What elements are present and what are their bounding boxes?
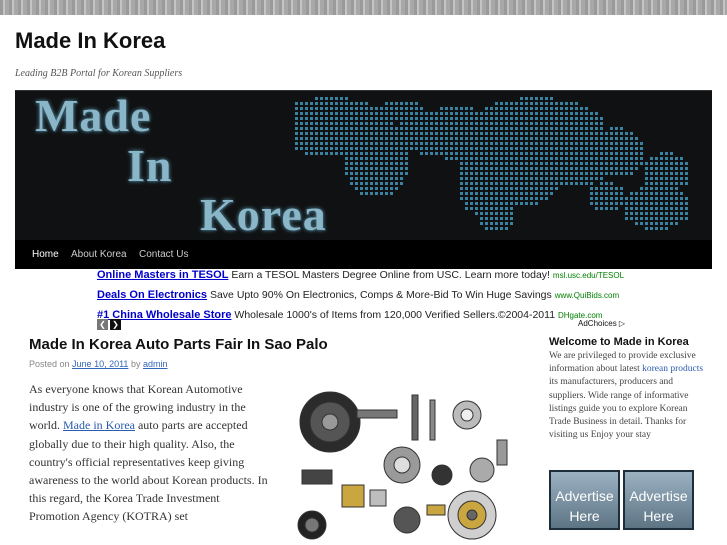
advertise-here-banner-1[interactable]: Advertise Here xyxy=(549,470,620,530)
post-author-link[interactable]: admin xyxy=(143,359,168,369)
adchoices-link[interactable]: AdChoices ▷ xyxy=(578,319,625,328)
post-body: As everyone knows that Korean Automotive… xyxy=(29,380,269,526)
auto-parts-image xyxy=(282,380,512,545)
ad-links-block: Online Masters in TESOL Earn a TESOL Mas… xyxy=(97,265,657,325)
ad-url[interactable]: www.QuiBids.com xyxy=(555,291,619,300)
ad-url[interactable]: msl.usc.edu/TESOL xyxy=(553,271,624,280)
advertise-label: Here xyxy=(569,508,600,524)
ad-title-link[interactable]: Online Masters in TESOL xyxy=(97,269,228,281)
ad-next-arrow-icon[interactable]: ❯ xyxy=(110,319,121,330)
site-tagline: Leading B2B Portal for Korean Suppliers xyxy=(15,68,183,79)
top-texture-strip xyxy=(0,0,727,15)
made-in-korea-link[interactable]: Made in Korea xyxy=(63,418,135,432)
post-title[interactable]: Made In Korea Auto Parts Fair In Sao Pal… xyxy=(29,336,328,353)
ad-row: Deals On Electronics Save Upto 90% On El… xyxy=(97,285,657,305)
sidebar-widget-title: Welcome to Made in Korea xyxy=(549,336,689,348)
sidebar-widget-text: We are privileged to provide exclusive i… xyxy=(549,350,709,442)
ad-title-link[interactable]: Deals On Electronics xyxy=(97,289,207,301)
ad-row: #1 China Wholesale Store Wholesale 1000'… xyxy=(97,305,657,325)
banner-word-made: Made xyxy=(35,90,152,141)
ad-description: Wholesale 1000's of Items from 120,000 V… xyxy=(234,309,556,321)
korean-products-link[interactable]: korean products xyxy=(642,364,703,374)
post-meta-by: by xyxy=(130,359,141,369)
site-title[interactable]: Made In Korea xyxy=(15,28,165,54)
nav-home[interactable]: Home xyxy=(24,240,67,269)
advertise-label: Advertise xyxy=(629,488,688,504)
advertise-here-banner-2[interactable]: Advertise Here xyxy=(623,470,694,530)
banner-word-in: In xyxy=(127,140,173,191)
ad-description: Save Upto 90% On Electronics, Comps & Mo… xyxy=(209,289,552,301)
advertise-label: Here xyxy=(643,508,674,524)
banner-word-korea: Korea xyxy=(200,189,327,240)
post-text: auto parts are accepted globally due to … xyxy=(29,418,268,524)
post-meta: Posted on June 10, 2011 by admin xyxy=(29,359,168,369)
sidebar-text: its manufacturers, producers and supplie… xyxy=(549,377,689,441)
post-date-link[interactable]: June 10, 2011 xyxy=(72,359,128,369)
header-banner: Made In Korea xyxy=(15,90,712,241)
post-meta-prefix: Posted on xyxy=(29,359,70,369)
ad-description: Earn a TESOL Masters Degree Online from … xyxy=(231,269,550,281)
ad-prev-arrow-icon[interactable]: ❮ xyxy=(97,319,108,330)
advertise-label: Advertise xyxy=(555,488,614,504)
ad-row: Online Masters in TESOL Earn a TESOL Mas… xyxy=(97,265,657,285)
